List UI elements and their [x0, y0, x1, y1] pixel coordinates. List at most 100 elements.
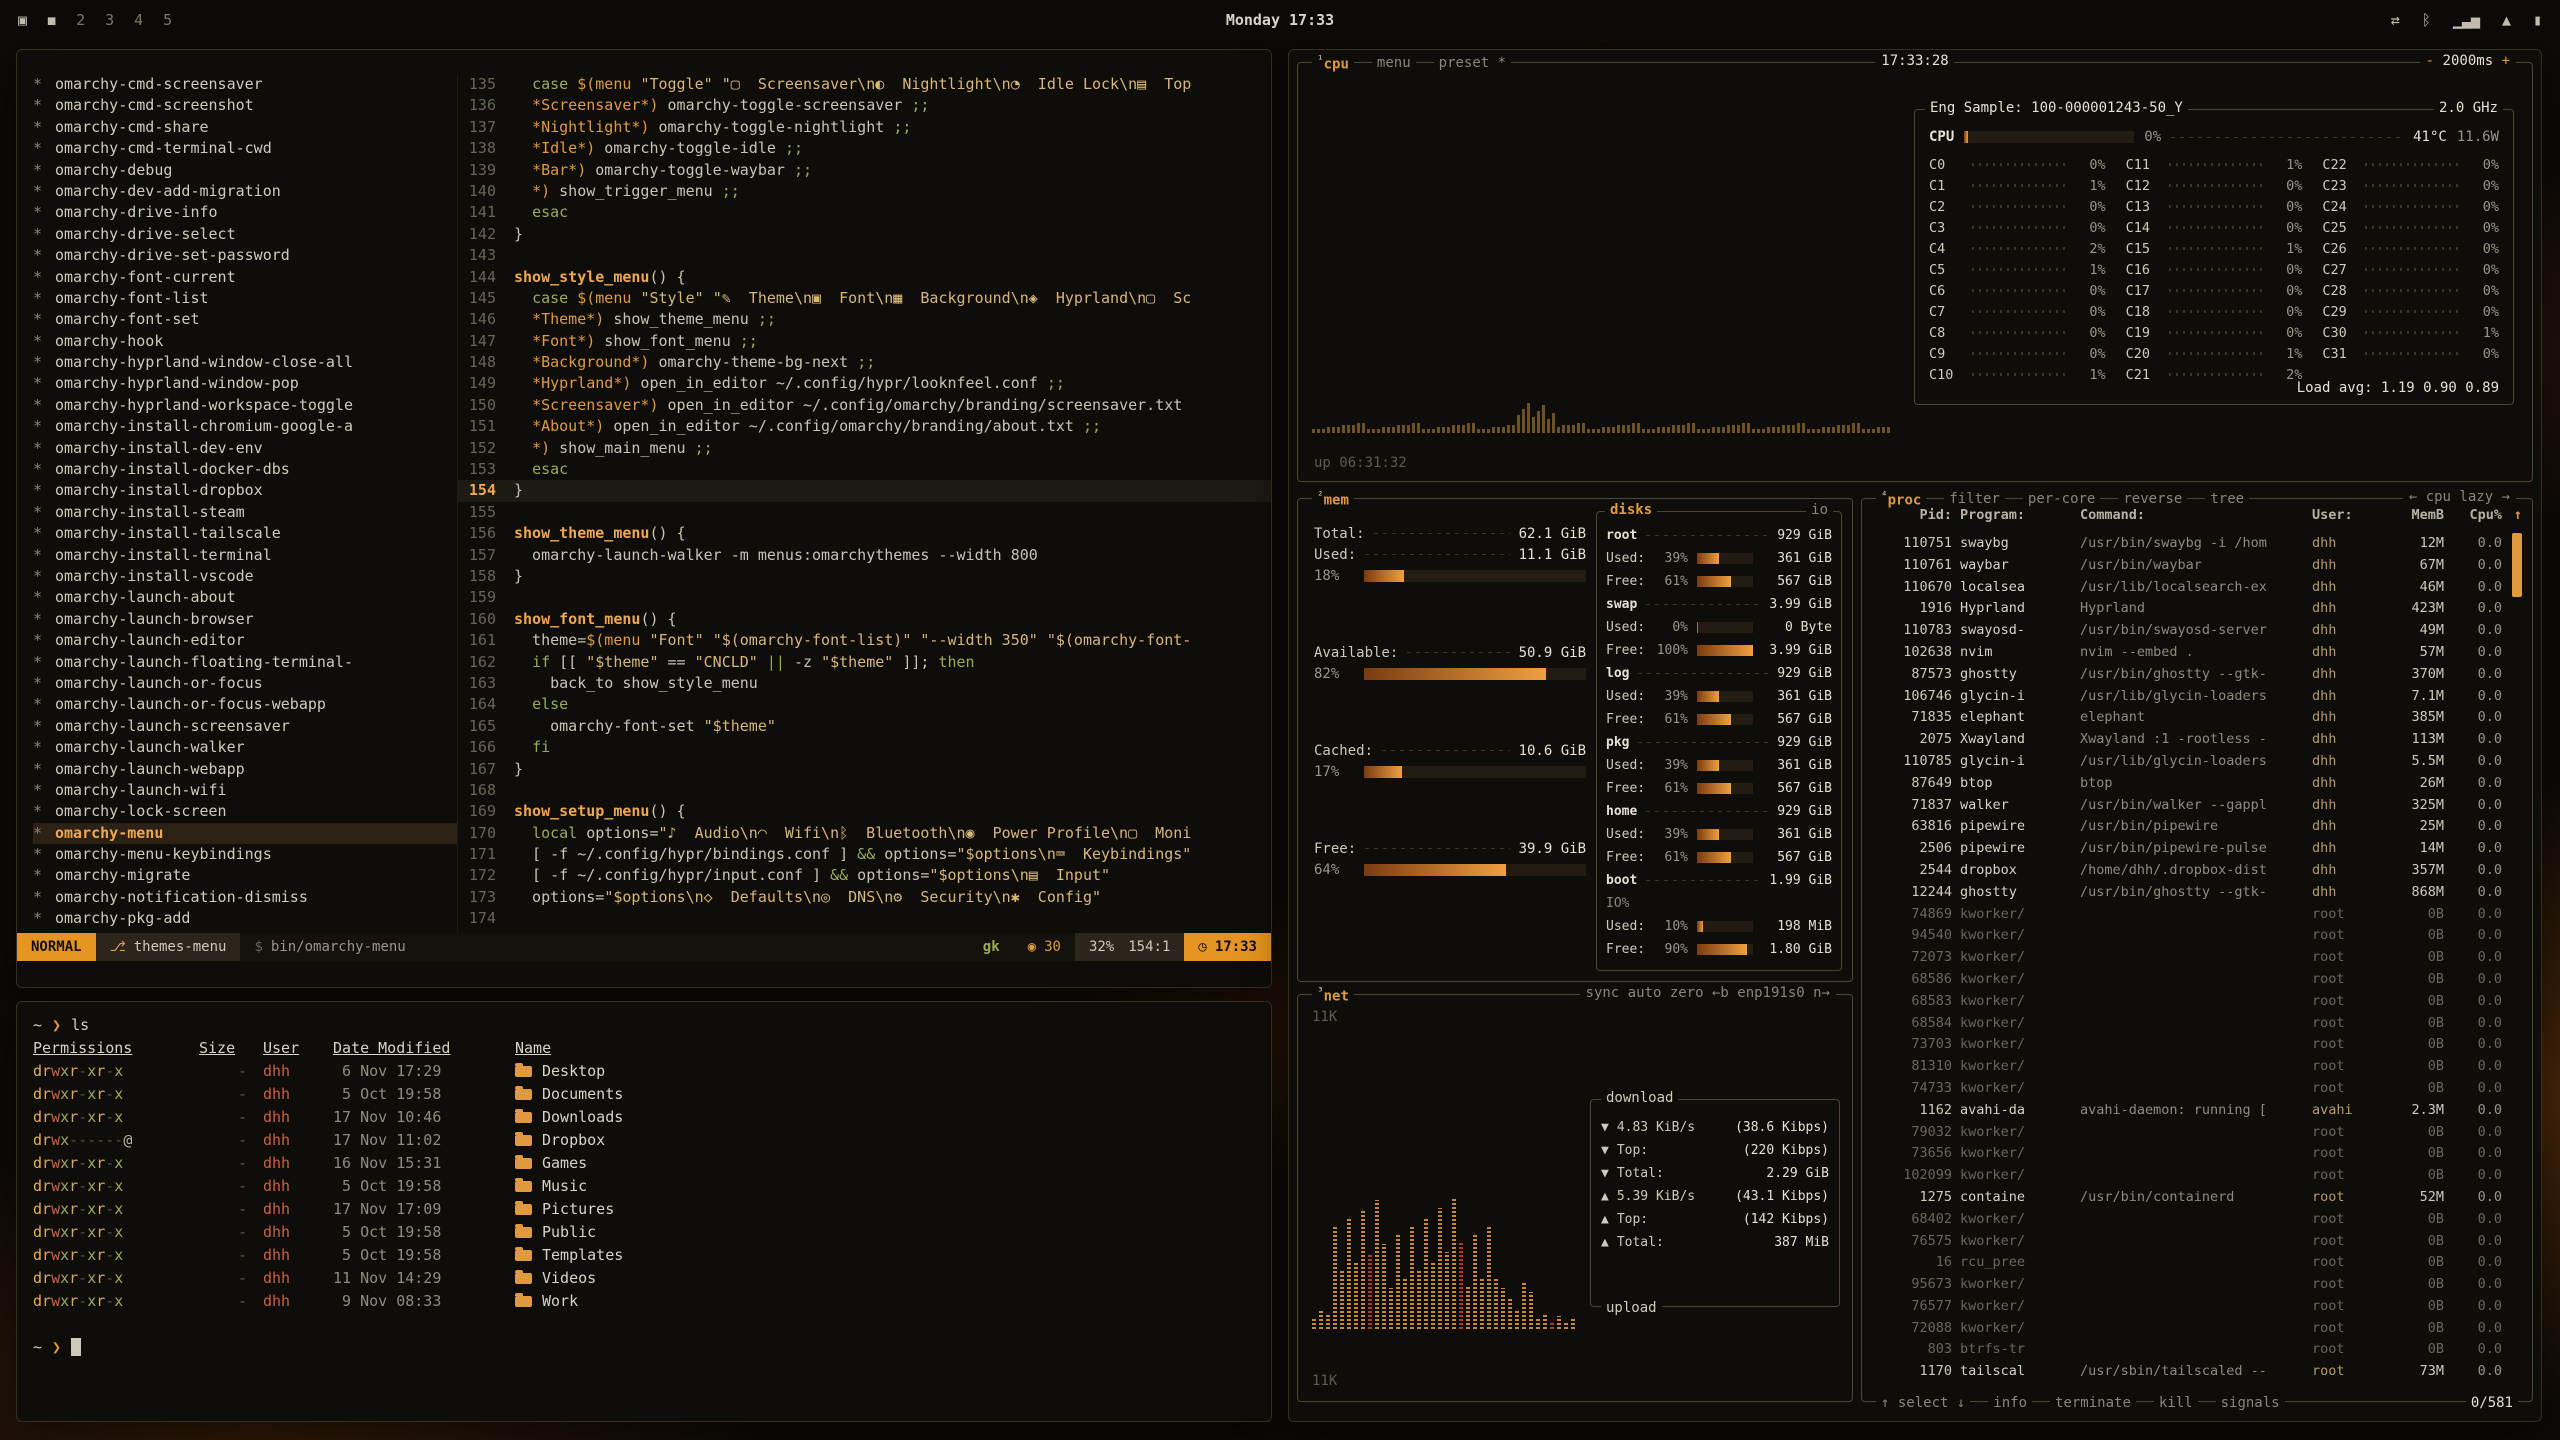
- code-line[interactable]: 141 esac: [458, 202, 1271, 223]
- process-mode-label[interactable]: ← cpu lazy →: [2403, 489, 2516, 505]
- net-menu-auto[interactable]: auto: [1628, 985, 1670, 1001]
- file-item[interactable]: *omarchy-hook: [33, 331, 457, 352]
- net-interface-label[interactable]: ←b enp191s0 n→: [1712, 985, 1830, 1001]
- code-line[interactable]: 159: [458, 587, 1271, 608]
- process-row[interactable]: 73703kworker/root0B0.0: [1874, 1034, 2502, 1056]
- process-row[interactable]: 63816pipewire/usr/bin/pipewiredhh25M0.0: [1874, 816, 2502, 838]
- file-item[interactable]: *omarchy-cmd-share: [33, 117, 457, 138]
- code-line[interactable]: 143: [458, 245, 1271, 266]
- process-row[interactable]: 110783swayosd-/usr/bin/swayosd-serverdhh…: [1874, 620, 2502, 642]
- file-item[interactable]: *omarchy-notification-dismiss: [33, 887, 457, 908]
- proc-menu-per-core[interactable]: per-core: [2023, 491, 2100, 507]
- code-line[interactable]: 157 omarchy-launch-walker -m menus:omarc…: [458, 545, 1271, 566]
- process-row[interactable]: 110785glycin-i/usr/lib/glycin-loadersdhh…: [1874, 751, 2502, 773]
- process-row[interactable]: 95673kworker/root0B0.0: [1874, 1274, 2502, 1296]
- process-row[interactable]: 2075XwaylandXwayland :1 -rootless -dhh11…: [1874, 729, 2502, 751]
- process-row[interactable]: 102099kworker/root0B0.0: [1874, 1165, 2502, 1187]
- code-line[interactable]: 140 *) show_trigger_menu ;;: [458, 181, 1271, 202]
- file-item[interactable]: *omarchy-font-set: [33, 309, 457, 330]
- file-item[interactable]: *omarchy-install-steam: [33, 502, 457, 523]
- code-line[interactable]: 138 *Idle*) omarchy-toggle-idle ;;: [458, 138, 1271, 159]
- bluetooth-icon[interactable]: ᛒ: [2422, 11, 2431, 29]
- process-row[interactable]: 1170tailscal/usr/sbin/tailscaled --root7…: [1874, 1361, 2502, 1379]
- process-row[interactable]: 106746glycin-i/usr/lib/glycin-loadersdhh…: [1874, 686, 2502, 708]
- process-row[interactable]: 12244ghostty/usr/bin/ghostty --gtk-dhh86…: [1874, 882, 2502, 904]
- process-row[interactable]: 16rcu_preeroot0B0.0: [1874, 1252, 2502, 1274]
- file-row[interactable]: drwxr-xr-x-dhh11 Nov 14:29Videos: [33, 1267, 1255, 1290]
- file-item[interactable]: *omarchy-launch-screensaver: [33, 716, 457, 737]
- proc-action[interactable]: signals: [2216, 1395, 2285, 1411]
- code-line[interactable]: 154}: [458, 480, 1271, 501]
- file-row[interactable]: drwxr-xr-x-dhh 6 Nov 17:29Desktop: [33, 1060, 1255, 1083]
- code-line[interactable]: 172 [ -f ~/.config/hypr/input.conf ] && …: [458, 865, 1271, 886]
- code-line[interactable]: 164 else: [458, 694, 1271, 715]
- process-scrollbar[interactable]: [2512, 533, 2522, 1379]
- sync-arrows-icon[interactable]: ⇄: [2391, 11, 2400, 29]
- code-line[interactable]: 160show_font_menu() {: [458, 609, 1271, 630]
- code-line[interactable]: 152 *) show_main_menu ;;: [458, 438, 1271, 459]
- file-item[interactable]: *omarchy-lock-screen: [33, 801, 457, 822]
- process-row[interactable]: 2544dropbox/home/dhh/.dropbox-distdhh357…: [1874, 860, 2502, 882]
- code-line[interactable]: 168: [458, 780, 1271, 801]
- process-row[interactable]: 68583kworker/root0B0.0: [1874, 991, 2502, 1013]
- process-row[interactable]: 74733kworker/root0B0.0: [1874, 1078, 2502, 1100]
- file-row[interactable]: drwxr-xr-x-dhh17 Nov 10:46Downloads: [33, 1106, 1255, 1129]
- code-line[interactable]: 153 esac: [458, 459, 1271, 480]
- proc-menu-filter[interactable]: filter: [1944, 491, 2005, 507]
- file-row[interactable]: drwxr-xr-x-dhh 5 Oct 19:58Music: [33, 1175, 1255, 1198]
- process-row[interactable]: 110761waybar/usr/bin/waybardhh67M0.0: [1874, 555, 2502, 577]
- file-item[interactable]: *omarchy-install-terminal: [33, 545, 457, 566]
- wifi-icon[interactable]: ▲: [2502, 11, 2511, 29]
- process-row[interactable]: 72088kworker/root0B0.0: [1874, 1318, 2502, 1340]
- file-item[interactable]: *omarchy-launch-browser: [33, 609, 457, 630]
- file-row[interactable]: drwxr-xr-x-dhh 9 Nov 08:33Work: [33, 1290, 1255, 1313]
- process-row[interactable]: 1275containe/usr/bin/containerdroot52M0.…: [1874, 1187, 2502, 1209]
- cpu-box-title[interactable]: ¹cpu: [1312, 53, 1354, 73]
- file-item[interactable]: *omarchy-launch-or-focus: [33, 673, 457, 694]
- net-menu-zero[interactable]: zero: [1670, 985, 1712, 1001]
- code-line[interactable]: 137 *Nightlight*) omarchy-toggle-nightli…: [458, 117, 1271, 138]
- process-row[interactable]: 87573ghostty/usr/bin/ghostty --gtk-dhh37…: [1874, 664, 2502, 686]
- terminal-prompt-line[interactable]: ~ ❯: [33, 1336, 1255, 1359]
- code-line[interactable]: 147 *Font*) show_font_menu ;;: [458, 331, 1271, 352]
- code-line[interactable]: 163 back_to show_style_menu: [458, 673, 1271, 694]
- file-item[interactable]: *omarchy-menu-keybindings: [33, 844, 457, 865]
- refresh-interval-control[interactable]: - 2000ms +: [2420, 53, 2516, 69]
- code-line[interactable]: 148 *Background*) omarchy-theme-bg-next …: [458, 352, 1271, 373]
- battery-icon[interactable]: ▮: [2533, 11, 2542, 29]
- file-item[interactable]: *omarchy-pkg-add: [33, 908, 457, 929]
- process-row[interactable]: 87649btopbtopdhh26M0.0: [1874, 773, 2502, 795]
- code-line[interactable]: 139 *Bar*) omarchy-toggle-waybar ;;: [458, 160, 1271, 181]
- process-box-title[interactable]: ⁴proc: [1876, 489, 1926, 509]
- file-item[interactable]: *omarchy-hyprland-window-pop: [33, 373, 457, 394]
- disks-title[interactable]: disks: [1605, 502, 1657, 518]
- cpu-meter-icon[interactable]: ▁▃▅: [2453, 11, 2480, 29]
- file-item[interactable]: *omarchy-drive-info: [33, 202, 457, 223]
- file-item[interactable]: *omarchy-launch-or-focus-webapp: [33, 694, 457, 715]
- workspace-3[interactable]: 3: [105, 11, 114, 29]
- network-box-title[interactable]: ³net: [1312, 985, 1354, 1005]
- code-line[interactable]: 167}: [458, 759, 1271, 780]
- topbar-clock[interactable]: Monday 17:33: [1226, 11, 1334, 29]
- proc-action[interactable]: terminate: [2050, 1395, 2136, 1411]
- process-row[interactable]: 110670localsea/usr/lib/localsearch-exdhh…: [1874, 577, 2502, 599]
- process-row[interactable]: 1916HyprlandHyprlanddhh423M0.0: [1874, 598, 2502, 620]
- memory-box-title[interactable]: ²mem: [1312, 489, 1354, 509]
- proc-menu-reverse[interactable]: reverse: [2118, 491, 2187, 507]
- proc-action[interactable]: ↑ select ↓: [1876, 1395, 1970, 1411]
- file-row[interactable]: drwxr-xr-x-dhh 5 Oct 19:58Public: [33, 1221, 1255, 1244]
- file-row[interactable]: drwxr-xr-x-dhh 5 Oct 19:58Documents: [33, 1083, 1255, 1106]
- code-line[interactable]: 162 if [[ "$theme" == "CNCLD" || -z "$th…: [458, 652, 1271, 673]
- process-row[interactable]: 110751swaybg/usr/bin/swaybg -i /homdhh12…: [1874, 533, 2502, 555]
- proc-action[interactable]: info: [1988, 1395, 2032, 1411]
- file-row[interactable]: drwx------@-dhh17 Nov 11:02Dropbox: [33, 1129, 1255, 1152]
- launcher-icon[interactable]: ▣: [18, 11, 27, 29]
- file-row[interactable]: drwxr-xr-x-dhh16 Nov 15:31Games: [33, 1152, 1255, 1175]
- code-line[interactable]: 161 theme=$(menu "Font" "$(omarchy-font-…: [458, 630, 1271, 651]
- code-line[interactable]: 171 [ -f ~/.config/hypr/bindings.conf ] …: [458, 844, 1271, 865]
- file-item[interactable]: *omarchy-cmd-screenshot: [33, 95, 457, 116]
- code-line[interactable]: 145 case $(menu "Style" "✎ Theme\n▣ Font…: [458, 288, 1271, 309]
- code-line[interactable]: 135 case $(menu "Toggle" "▢ Screensaver\…: [458, 74, 1271, 95]
- code-line[interactable]: 146 *Theme*) show_theme_menu ;;: [458, 309, 1271, 330]
- file-item[interactable]: *omarchy-cmd-screensaver: [33, 74, 457, 95]
